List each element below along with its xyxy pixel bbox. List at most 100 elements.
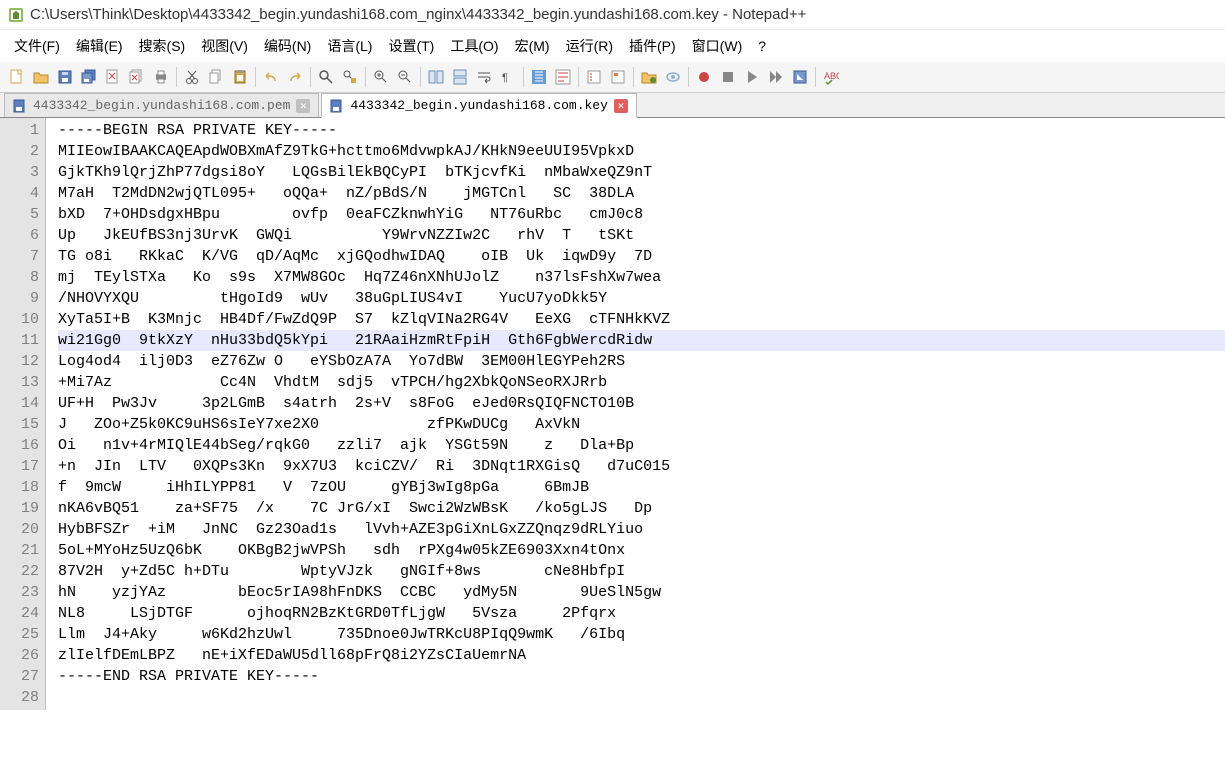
play-macro-icon[interactable]: [741, 66, 763, 88]
code-line[interactable]: f 9mcW iHhILYPP81 V 7zOU gYBj3wIg8pGa 6B…: [58, 477, 1225, 498]
tab-pem[interactable]: 4433342_begin.yundashi168.com.pem✕: [4, 93, 319, 117]
record-macro-icon[interactable]: [693, 66, 715, 88]
code-line[interactable]: Oi n1v+4rMIQlE44bSeg/rqkG0 zzli7 ajk YSG…: [58, 435, 1225, 456]
function-list-icon[interactable]: [583, 66, 605, 88]
editor[interactable]: 1234567891011121314151617181920212223242…: [0, 118, 1225, 710]
line-number: 7: [8, 246, 39, 267]
copy-icon[interactable]: [205, 66, 227, 88]
find-icon[interactable]: [315, 66, 337, 88]
code-line[interactable]: Llm J4+Aky w6Kd2hzUwl 735Dnoe0JwTRKcU8PI…: [58, 624, 1225, 645]
code-line[interactable]: nKA6vBQ51 za+SF75 /x 7C JrG/xI Swci2WzWB…: [58, 498, 1225, 519]
language-icon[interactable]: [552, 66, 574, 88]
monitoring-icon[interactable]: [662, 66, 684, 88]
line-number: 1: [8, 120, 39, 141]
code-line[interactable]: UF+H Pw3Jv 3p2LGmB s4atrh 2s+V s8FoG eJe…: [58, 393, 1225, 414]
sync-v-icon[interactable]: [425, 66, 447, 88]
new-file-icon[interactable]: [6, 66, 28, 88]
line-number: 24: [8, 603, 39, 624]
redo-icon[interactable]: [284, 66, 306, 88]
spellcheck-icon[interactable]: ABC: [820, 66, 842, 88]
close-icon[interactable]: [102, 66, 124, 88]
folder-workspace-icon[interactable]: [638, 66, 660, 88]
tab-close-icon[interactable]: ✕: [296, 99, 310, 113]
print-icon[interactable]: [150, 66, 172, 88]
code-line[interactable]: -----BEGIN RSA PRIVATE KEY-----: [58, 120, 1225, 141]
menu-help[interactable]: ?: [750, 36, 774, 56]
code-line[interactable]: 87V2H y+Zd5C h+DTu WptyVJzk gNGIf+8ws cN…: [58, 561, 1225, 582]
code-line[interactable]: J ZOo+Z5k0KC9uHS6sIeY7xe2X0 zfPKwDUCg Ax…: [58, 414, 1225, 435]
open-file-icon[interactable]: [30, 66, 52, 88]
menu-settings[interactable]: 设置(T): [380, 34, 442, 58]
code-line[interactable]: wi21Gg0 9tkXzY nHu33bdQ5kYpi 21RAaiHzmRt…: [58, 330, 1225, 351]
indent-guide-icon[interactable]: [528, 66, 550, 88]
code-line[interactable]: mj TEylSTXa Ko s9s X7MW8GOc Hq7Z46nXNhUJ…: [58, 267, 1225, 288]
code-line[interactable]: +n JIn LTV 0XQPs3Kn 9xX7U3 kciCZV/ Ri 3D…: [58, 456, 1225, 477]
menu-encoding[interactable]: 编码(N): [256, 34, 319, 58]
app-icon: [8, 7, 24, 23]
line-number: 4: [8, 183, 39, 204]
window-title: C:\Users\Think\Desktop\4433342_begin.yun…: [30, 6, 806, 23]
toolbar: ¶ ABC: [0, 62, 1225, 93]
tab-key[interactable]: 4433342_begin.yundashi168.com.key✕: [321, 93, 636, 118]
code-line[interactable]: hN yzjYAz bEoc5rIA98hFnDKS CCBC ydMy5N 9…: [58, 582, 1225, 603]
line-number: 9: [8, 288, 39, 309]
code-line[interactable]: GjkTKh9lQrjZhP77dgsi8oY LQGsBilEkBQCyPI …: [58, 162, 1225, 183]
code-line[interactable]: bXD 7+OHDsdgxHBpu ovfp 0eaFCZknwhYiG NT7…: [58, 204, 1225, 225]
menu-macro[interactable]: 宏(M): [507, 34, 558, 58]
line-number: 12: [8, 351, 39, 372]
save-icon[interactable]: [54, 66, 76, 88]
word-wrap-icon[interactable]: [473, 66, 495, 88]
zoom-in-icon[interactable]: [370, 66, 392, 88]
code-line[interactable]: [58, 687, 1225, 708]
menu-run[interactable]: 运行(R): [558, 34, 621, 58]
code-line[interactable]: -----END RSA PRIVATE KEY-----: [58, 666, 1225, 687]
code-line[interactable]: /NHOVYXQU tHgoId9 wUv 38uGpLIUS4vI YucU7…: [58, 288, 1225, 309]
show-all-chars-icon[interactable]: ¶: [497, 66, 519, 88]
menu-language[interactable]: 语言(L): [319, 34, 380, 58]
paste-icon[interactable]: [229, 66, 251, 88]
doc-map-icon[interactable]: [607, 66, 629, 88]
line-number: 2: [8, 141, 39, 162]
code-line[interactable]: M7aH T2MdDN2wjQTL095+ oQQa+ nZ/pBdS/N jM…: [58, 183, 1225, 204]
code-line[interactable]: Up JkEUfBS3nj3UrvK GWQi Y9WrvNZZIw2C rhV…: [58, 225, 1225, 246]
line-number: 11: [8, 330, 39, 351]
tab-bar: 4433342_begin.yundashi168.com.pem✕443334…: [0, 93, 1225, 118]
line-number: 20: [8, 519, 39, 540]
menu-window[interactable]: 窗口(W): [684, 34, 751, 58]
code-line[interactable]: TG o8i RKkaC K/VG qD/AqMc xjGQodhwIDAQ o…: [58, 246, 1225, 267]
line-number: 26: [8, 645, 39, 666]
line-number: 18: [8, 477, 39, 498]
code-line[interactable]: 5oL+MYoHz5UzQ6bK OKBgB2jwVPSh sdh rPXg4w…: [58, 540, 1225, 561]
undo-icon[interactable]: [260, 66, 282, 88]
menu-edit[interactable]: 编辑(E): [68, 34, 131, 58]
code-line[interactable]: zlIelfDEmLBPZ nE+iXfEDaWU5dll68pFrQ8i2YZ…: [58, 645, 1225, 666]
code-line[interactable]: HybBFSZr +iM JnNC Gz23Oad1s lVvh+AZE3pGi…: [58, 519, 1225, 540]
cut-icon[interactable]: [181, 66, 203, 88]
code-line[interactable]: MIIEowIBAAKCAQEApdWOBXmAfZ9TkG+hcttmo6Md…: [58, 141, 1225, 162]
save-macro-icon[interactable]: [789, 66, 811, 88]
menu-search[interactable]: 搜索(S): [131, 34, 194, 58]
save-all-icon[interactable]: [78, 66, 100, 88]
close-all-icon[interactable]: [126, 66, 148, 88]
menu-tools[interactable]: 工具(O): [442, 34, 506, 58]
sync-h-icon[interactable]: [449, 66, 471, 88]
svg-text:¶: ¶: [502, 72, 508, 84]
line-number: 16: [8, 435, 39, 456]
replace-icon[interactable]: [339, 66, 361, 88]
code-line[interactable]: Log4od4 ilj0D3 eZ76Zw O eYSbOzA7A Yo7dBW…: [58, 351, 1225, 372]
play-multi-macro-icon[interactable]: [765, 66, 787, 88]
line-number: 13: [8, 372, 39, 393]
menu-view[interactable]: 视图(V): [193, 34, 256, 58]
line-number: 27: [8, 666, 39, 687]
menu-file[interactable]: 文件(F): [6, 34, 68, 58]
line-number: 10: [8, 309, 39, 330]
zoom-out-icon[interactable]: [394, 66, 416, 88]
menu-plugins[interactable]: 插件(P): [621, 34, 684, 58]
stop-macro-icon[interactable]: [717, 66, 739, 88]
tab-close-icon[interactable]: ✕: [614, 99, 628, 113]
code-line[interactable]: NL8 LSjDTGF ojhoqRN2BzKtGRD0TfLjgW 5Vsza…: [58, 603, 1225, 624]
file-icon: [330, 99, 344, 113]
code-line[interactable]: +Mi7Az Cc4N VhdtM sdj5 vTPCH/hg2XbkQoNSe…: [58, 372, 1225, 393]
code-line[interactable]: XyTa5I+B K3Mnjc HB4Df/FwZdQ9P S7 kZlqVIN…: [58, 309, 1225, 330]
code-area[interactable]: -----BEGIN RSA PRIVATE KEY-----MIIEowIBA…: [46, 118, 1225, 710]
